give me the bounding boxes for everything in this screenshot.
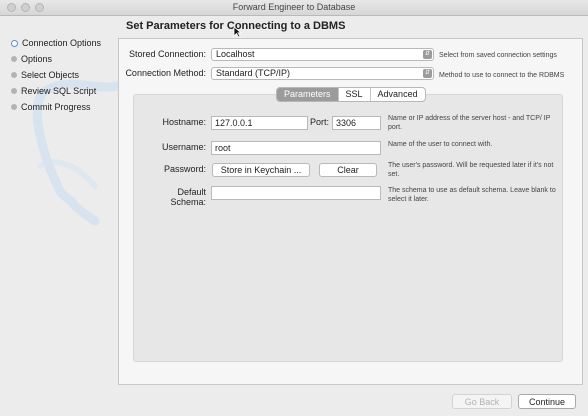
go-back-button[interactable]: Go Back bbox=[452, 394, 512, 409]
step-label: Review SQL Script bbox=[21, 86, 97, 96]
hostname-field[interactable]: 127.0.0.1 bbox=[211, 116, 308, 130]
default-schema-hint: The schema to use as default schema. Lea… bbox=[388, 187, 556, 203]
connection-method-hint: Method to use to connect to the RDBMS bbox=[439, 72, 565, 79]
wizard-steps-sidebar: Connection Options Options Select Object… bbox=[0, 16, 118, 416]
username-hint: Name of the user to connect with. bbox=[388, 141, 493, 148]
step-review-sql-script: Review SQL Script bbox=[11, 86, 96, 96]
mouse-pointer-icon bbox=[233, 26, 242, 38]
clear-password-button[interactable]: Clear bbox=[319, 163, 377, 177]
title-bar: Forward Engineer to Database bbox=[0, 0, 588, 16]
parameters-tab-panel bbox=[133, 94, 563, 362]
connection-method-value: Standard (TCP/IP) bbox=[216, 68, 291, 78]
stored-connection-value: Localhost bbox=[216, 49, 255, 59]
pending-step-icon bbox=[11, 88, 17, 94]
continue-button[interactable]: Continue bbox=[518, 394, 576, 409]
step-connection-options: Connection Options bbox=[11, 38, 101, 48]
active-step-icon bbox=[11, 39, 18, 47]
updown-chevron-icon: ⇵ bbox=[423, 50, 432, 59]
stored-connection-hint: Select from saved connection settings bbox=[439, 52, 557, 59]
pending-step-icon bbox=[11, 72, 17, 78]
updown-chevron-icon: ⇵ bbox=[423, 69, 432, 78]
tab-parameters[interactable]: Parameters bbox=[277, 88, 339, 101]
tab-bar: Parameters SSL Advanced bbox=[276, 87, 426, 102]
hostname-hint: Name or IP address of the server host - … bbox=[388, 115, 551, 131]
connection-method-label: Connection Method: bbox=[125, 68, 206, 78]
tab-ssl[interactable]: SSL bbox=[339, 88, 371, 101]
default-schema-label: Default Schema: bbox=[170, 187, 206, 207]
port-label: Port: bbox=[310, 117, 330, 127]
pending-step-icon bbox=[11, 56, 17, 62]
pending-step-icon bbox=[11, 104, 17, 110]
step-select-objects: Select Objects bbox=[11, 70, 79, 80]
step-commit-progress: Commit Progress bbox=[11, 102, 91, 112]
password-hint: The user's password. Will be requested l… bbox=[388, 162, 554, 178]
password-label: Password: bbox=[163, 164, 206, 174]
hostname-label: Hostname: bbox=[162, 117, 206, 127]
step-label: Commit Progress bbox=[21, 102, 91, 112]
stored-connection-label: Stored Connection: bbox=[128, 49, 206, 59]
step-options: Options bbox=[11, 54, 52, 64]
tab-advanced[interactable]: Advanced bbox=[371, 88, 425, 101]
window-title: Forward Engineer to Database bbox=[232, 2, 356, 12]
step-label: Connection Options bbox=[22, 38, 102, 48]
step-label: Options bbox=[21, 54, 53, 64]
store-in-keychain-button[interactable]: Store in Keychain ... bbox=[212, 163, 310, 177]
username-field[interactable]: root bbox=[211, 141, 381, 155]
username-label: Username: bbox=[161, 142, 206, 152]
connection-method-select[interactable]: Standard (TCP/IP) ⇵ bbox=[211, 67, 434, 80]
default-schema-field[interactable] bbox=[211, 186, 381, 200]
step-label: Select Objects bbox=[21, 70, 80, 80]
port-field[interactable]: 3306 bbox=[332, 116, 381, 130]
stored-connection-select[interactable]: Localhost ⇵ bbox=[211, 48, 434, 61]
